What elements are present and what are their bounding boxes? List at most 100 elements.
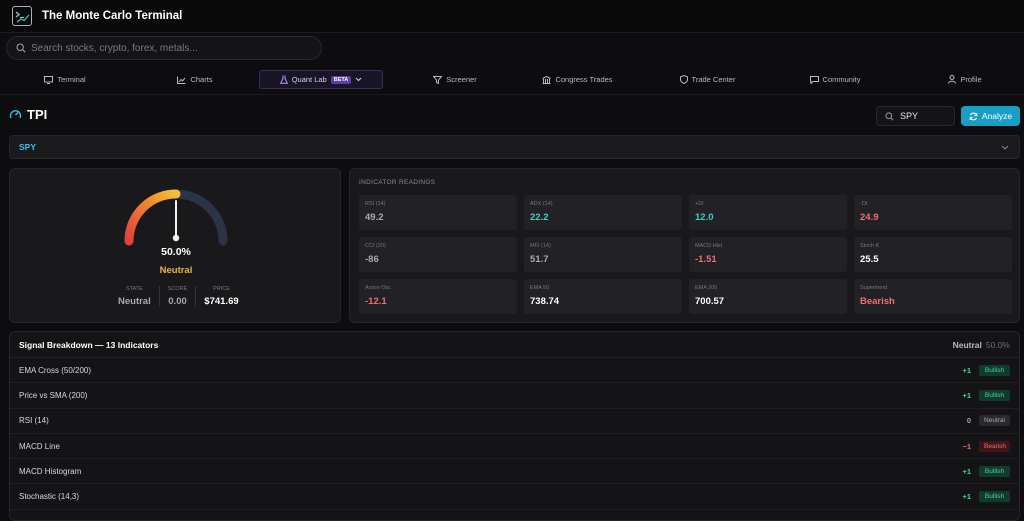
search-icon — [16, 43, 26, 53]
signal-result: 0 Neutral — [961, 415, 1010, 427]
indicator-label: Supertrend — [860, 285, 888, 291]
signal-row[interactable]: Stochastic (14,3) +1 Bullish — [10, 484, 1019, 510]
search-icon — [885, 111, 894, 121]
indicator-value: 51.7 — [530, 254, 549, 265]
nav-screener-label: Screener — [446, 75, 477, 84]
signal-badge: Bullish — [979, 364, 1010, 376]
signal-badge: Bullish — [979, 465, 1010, 477]
indicator-label: Aroon Osc — [365, 285, 391, 291]
stat-state: STATE Neutral — [110, 286, 159, 307]
signal-score: 0 — [966, 416, 971, 426]
gauge-stats: STATE Neutral SCORE 0.00 PRICE $741.69 — [110, 286, 247, 307]
user-icon — [948, 75, 957, 84]
capitol-icon — [542, 75, 552, 84]
nav-quant-lab-label: Quant Lab — [291, 75, 327, 84]
summary-percent: 50.0% — [985, 339, 1010, 350]
gauge-pivot — [172, 234, 180, 242]
indicator-readings-card: INDICATOR READINGS RSI (14) 49.2 ADX (14) 2… — [349, 168, 1020, 323]
symbol-input[interactable] — [900, 111, 950, 121]
page-title: TPI — [27, 107, 48, 122]
nav-community[interactable]: Community — [800, 70, 870, 89]
signal-name: MACD Line — [19, 441, 60, 451]
signal-name: RSI (14) — [19, 416, 49, 426]
indicator-tile: EMA 50 738.74 — [524, 279, 682, 314]
nav-screener[interactable]: Screener — [420, 70, 490, 89]
refresh-icon — [969, 112, 978, 120]
signal-row[interactable]: MACD Line −1 Bearish — [10, 434, 1019, 460]
analyze-button[interactable]: Analyze — [961, 106, 1020, 126]
signal-row[interactable]: MACD Histogram +1 Bullish — [10, 459, 1019, 485]
indicator-tile: Stoch K 25.5 — [854, 237, 1012, 272]
signal-result: −1 Bearish — [961, 440, 1010, 452]
indicator-label: EMA 200 — [695, 285, 718, 291]
signal-name: Stochastic (14,3) — [19, 492, 80, 502]
indicator-label: MFI (14) — [530, 243, 551, 249]
signal-row[interactable]: RSI (14) 0 Neutral — [10, 409, 1019, 434]
indicator-tile: -DI 24.9 — [854, 195, 1012, 230]
nav-trade-center[interactable]: Trade Center — [670, 70, 745, 89]
chart-icon — [177, 76, 186, 84]
summary-state: Neutral — [952, 339, 982, 350]
signal-result: +1 Bullish — [961, 491, 1010, 503]
stat-score-value: 0.00 — [168, 296, 187, 307]
indicator-label: EMA 50 — [530, 285, 550, 291]
main-nav: Terminal Charts Quant Lab BETA Screener … — [0, 67, 1024, 95]
gauge-icon — [9, 110, 22, 119]
nav-charts-label: Charts — [190, 75, 213, 84]
gauge-percent: 50.0% — [161, 246, 191, 258]
nav-profile-label: Profile — [960, 75, 982, 84]
signal-row[interactable]: EMA Cross (50/200) +1 Bullish — [10, 358, 1019, 384]
indicator-label: Stoch K — [860, 243, 880, 249]
indicator-tile: Supertrend Bearish — [854, 279, 1012, 314]
selected-symbol: SPY — [19, 142, 37, 152]
flask-icon — [279, 75, 288, 84]
indicator-tile: Aroon Osc -12.1 — [359, 279, 517, 314]
signal-breakdown: Signal Breakdown — 13 Indicators Neutral… — [9, 331, 1020, 521]
indicator-tile: ADX (14) 22.2 — [524, 195, 682, 230]
monitor-icon — [44, 75, 54, 84]
indicator-value: Bearish — [860, 296, 895, 307]
indicator-value: -12.1 — [365, 296, 387, 307]
tpi-gauge-card: 50.0% Neutral STATE Neutral SCORE 0.00 P… — [9, 168, 341, 323]
indicator-label: +DI — [695, 201, 704, 207]
stat-state-value: Neutral — [118, 296, 151, 307]
symbol-field[interactable] — [876, 106, 955, 126]
indicator-label: MACD Hist — [695, 243, 723, 249]
global-search[interactable] — [6, 36, 322, 60]
signal-badge: Bearish — [979, 440, 1010, 452]
signal-result: +1 Bullish — [961, 364, 1010, 376]
nav-charts[interactable]: Charts — [160, 70, 230, 89]
indicator-label: ADX (14) — [530, 201, 553, 207]
signal-result: +1 Bullish — [961, 389, 1010, 401]
stat-price-label: PRICE — [213, 286, 230, 292]
nav-terminal[interactable]: Terminal — [30, 70, 100, 89]
symbol-selector[interactable]: SPY — [9, 135, 1020, 159]
indicator-value: 12.0 — [695, 212, 714, 223]
indicator-tile: EMA 200 700.57 — [689, 279, 847, 314]
beta-badge: BETA — [330, 75, 352, 84]
signal-name: MACD Histogram — [19, 466, 82, 476]
indicator-value: 738.74 — [530, 296, 560, 307]
indicator-label: RSI (14) — [365, 201, 386, 207]
signal-rows: EMA Cross (50/200) +1 Bullish Price vs SMA … — [10, 358, 1019, 510]
nav-congress-trades[interactable]: Congress Trades — [535, 70, 620, 89]
indicator-value: 24.9 — [860, 212, 879, 223]
nav-quant-lab[interactable]: Quant Lab BETA — [259, 70, 383, 89]
gauge-fill — [124, 189, 181, 246]
nav-community-label: Community — [822, 75, 861, 84]
gauge-state: Neutral — [159, 265, 193, 276]
terminal-logo-icon[interactable] — [12, 6, 32, 26]
nav-profile[interactable]: Profile — [935, 70, 995, 89]
page-header: TPI — [9, 107, 47, 122]
signal-row[interactable]: Price vs SMA (200) +1 Bullish — [10, 383, 1019, 409]
signal-badge: Bullish — [979, 389, 1010, 401]
nav-trade-center-label: Trade Center — [691, 75, 736, 84]
indicator-value: 25.5 — [860, 254, 879, 265]
signal-score: +1 — [962, 492, 971, 502]
nav-terminal-label: Terminal — [57, 75, 86, 84]
search-input[interactable] — [31, 42, 311, 54]
stat-score: SCORE 0.00 — [158, 286, 196, 307]
signal-breakdown-header: Signal Breakdown — 13 Indicators Neutral… — [10, 332, 1019, 358]
indicator-value: 22.2 — [530, 212, 549, 223]
nav-congress-trades-label: Congress Trades — [555, 75, 613, 84]
